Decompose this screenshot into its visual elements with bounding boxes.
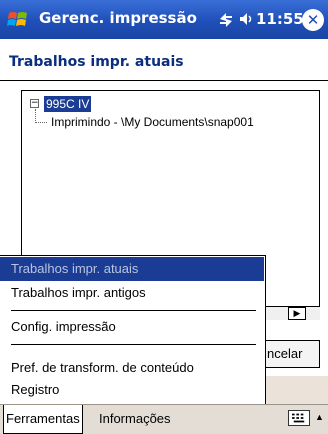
input-selector-arrow-icon[interactable]: ▲	[315, 412, 324, 422]
page-header: Trabalhos impr. atuais	[0, 39, 328, 82]
menu-separator	[11, 344, 256, 345]
tree-connector	[35, 109, 36, 123]
menu-item-content-transform-prefs[interactable]: Pref. de transform. de conteúdo	[0, 356, 264, 380]
windows-logo-icon[interactable]	[6, 8, 30, 32]
connectivity-icon[interactable]	[218, 11, 234, 27]
keyboard-icon[interactable]	[288, 410, 310, 426]
menu-tools[interactable]: Ferramentas	[3, 405, 83, 434]
menu-bar: Ferramentas Informações ▲	[0, 404, 328, 434]
tree-node-printer[interactable]: 995C IV	[44, 96, 92, 112]
volume-icon[interactable]	[238, 11, 254, 27]
menu-separator	[11, 310, 256, 311]
title-bar: Gerenc. impressão 11:55 ✕	[0, 0, 328, 39]
menu-item-current-jobs[interactable]: Trabalhos impr. atuais	[0, 257, 264, 281]
page-title: Trabalhos impr. atuais	[9, 54, 184, 70]
collapse-icon[interactable]: −	[30, 99, 39, 108]
menu-item-print-config[interactable]: Config. impressão	[0, 315, 264, 339]
header-divider	[0, 80, 328, 81]
menu-item-log[interactable]: Registro	[0, 378, 264, 402]
menu-info[interactable]: Informações	[99, 405, 171, 434]
window-title: Gerenc. impressão	[39, 9, 197, 27]
clock[interactable]: 11:55	[256, 10, 304, 28]
menu-item-old-jobs[interactable]: Trabalhos impr. antigos	[0, 281, 264, 305]
tree-connector	[35, 122, 47, 123]
tree-node-job[interactable]: Imprimindo - \My Documents\snap001	[51, 115, 254, 129]
tools-menu: Trabalhos impr. atuais Trabalhos impr. a…	[0, 255, 266, 405]
scroll-right-arrow-icon[interactable]: ▶	[288, 307, 306, 320]
close-icon[interactable]: ✕	[302, 9, 324, 31]
